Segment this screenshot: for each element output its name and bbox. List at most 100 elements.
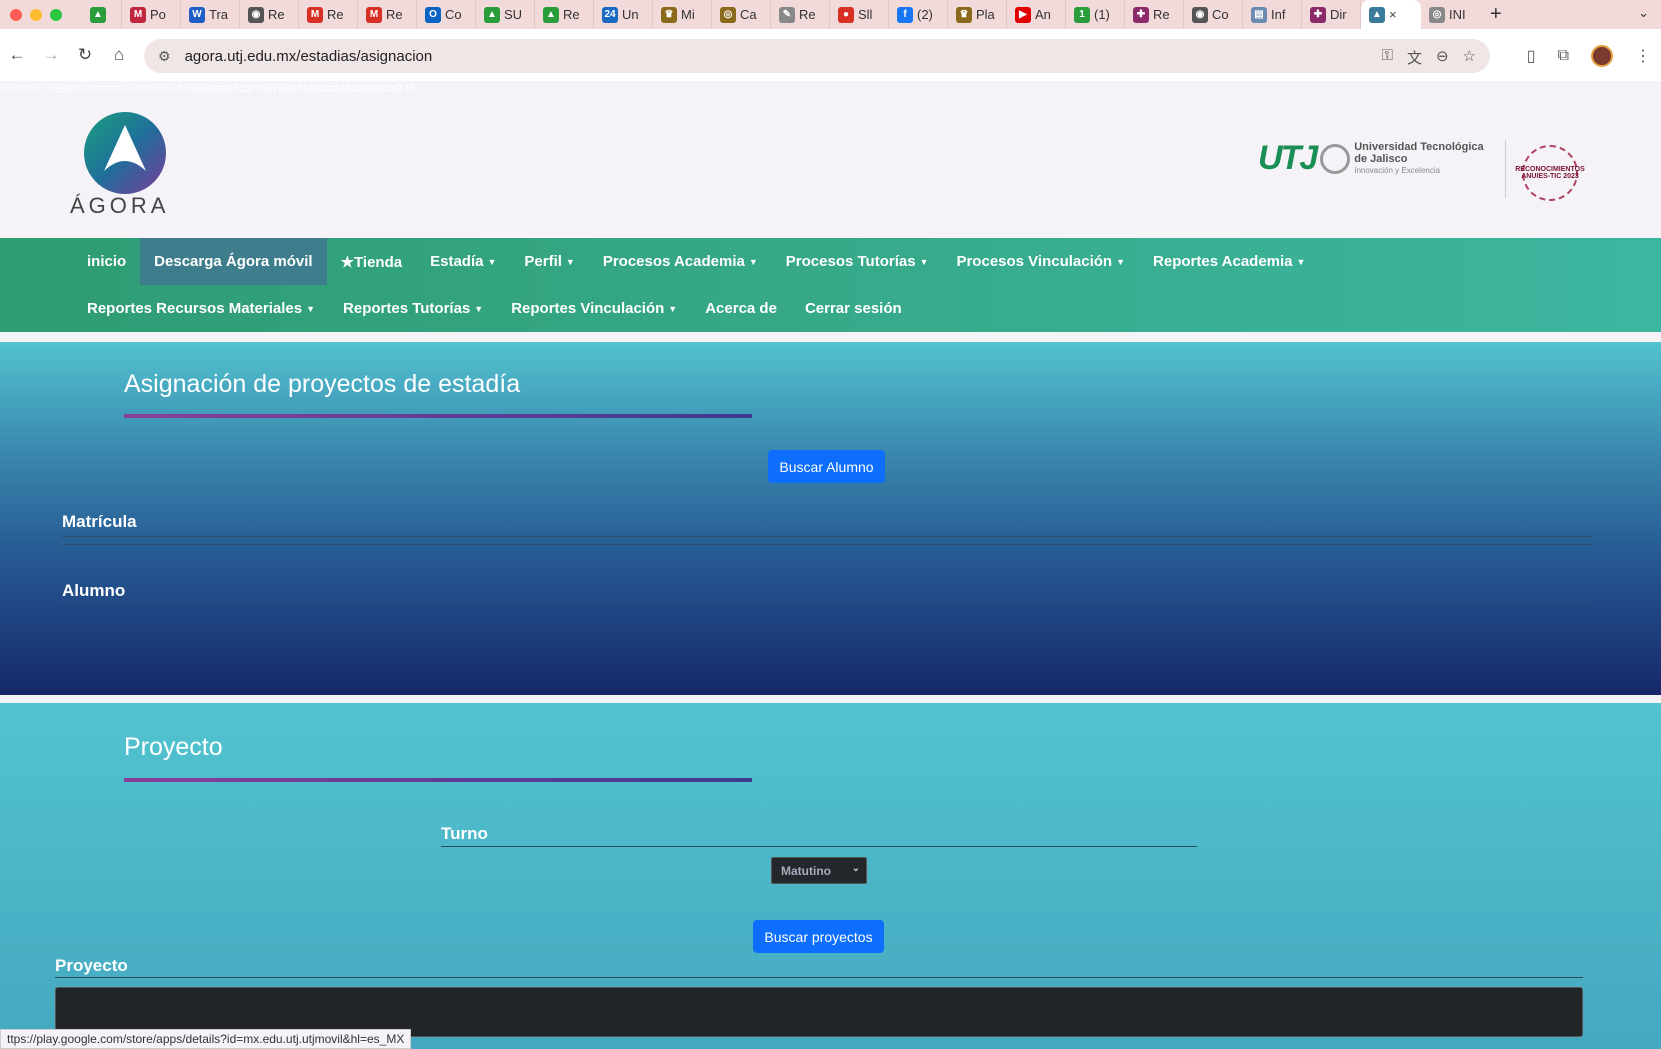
tab-favicon-icon: ✚	[1133, 6, 1149, 23]
back-button[interactable]: ←	[0, 45, 34, 65]
browser-tabs: M Po W Tra ◉ Re M Re M Re O Co ▲ SU ▲ Re 24 Un ♛ Mi ◎ Ca ✎ Re ● S…	[122, 0, 1361, 29]
nav-item[interactable]: Reportes Recursos Materiales ▼	[73, 285, 329, 332]
menu-icon[interactable]: ⋮	[1635, 46, 1651, 66]
browser-tab[interactable]: O Co	[417, 0, 476, 29]
browser-tab[interactable]: W Tra	[181, 0, 240, 29]
tab-label: Co	[445, 7, 462, 22]
reading-list-icon[interactable]: ▯	[1527, 46, 1536, 66]
tab-label: Po	[150, 7, 166, 22]
tab-label: (2)	[917, 7, 933, 22]
turno-select[interactable]: Matutino ⌄	[771, 857, 867, 884]
tab-favicon-icon: ▲	[543, 6, 559, 23]
browser-tab[interactable]: ◉ Co	[1184, 0, 1243, 29]
utj-text: Universidad Tecnológica de Jalisco Innov…	[1354, 141, 1483, 177]
maximize-window-button[interactable]	[50, 8, 62, 21]
forward-button[interactable]: →	[34, 45, 68, 65]
buscar-proyectos-button[interactable]: Buscar proyectos	[753, 920, 884, 953]
browser-tab[interactable]: ♛ Mi	[653, 0, 712, 29]
title-underline	[124, 414, 752, 418]
status-bar-url: ttps://play.google.com/store/apps/detail…	[0, 1029, 412, 1049]
browser-tab[interactable]: ▶ An	[1007, 0, 1066, 29]
nav-item[interactable]: Cerrar sesión	[791, 285, 916, 332]
matricula-divider	[62, 536, 1592, 537]
tab-label: Re	[386, 7, 403, 22]
reload-button[interactable]: ↻	[68, 45, 102, 65]
browser-tab-bar: ▲ M Po W Tra ◉ Re M Re M Re O Co ▲ SU ▲ Re 24 Un ♛ Mi ◎ Ca ✎ Re…	[0, 0, 1661, 29]
url-text[interactable]: agora.utj.edu.mx/estadias/asignacion	[185, 48, 433, 65]
browser-tab[interactable]: ◎ Ca	[712, 0, 771, 29]
nav-item[interactable]: Procesos Tutorías ▼	[772, 238, 943, 285]
browser-tab[interactable]: ✚ Re	[1125, 0, 1184, 29]
tab-label: Re	[268, 7, 285, 22]
browser-tab[interactable]: 24 Un	[594, 0, 653, 29]
browser-tab[interactable]: ● Sll	[830, 0, 889, 29]
browser-tab[interactable]: M Re	[299, 0, 358, 29]
buscar-alumno-button[interactable]: Buscar Alumno	[768, 450, 885, 483]
nav-item[interactable]: inicio	[73, 238, 140, 285]
caret-down-icon: ▼	[487, 256, 497, 267]
browser-tab[interactable]: f (2)	[889, 0, 948, 29]
tab-label: SU	[504, 7, 523, 22]
caret-down-icon: ▼	[919, 256, 929, 267]
password-key-icon[interactable]: ⚿	[1382, 47, 1393, 68]
nav-item[interactable]: Descarga Ágora móvil	[140, 238, 327, 285]
browser-tab-active[interactable]: ▲ ×	[1361, 0, 1421, 29]
nav-item-label: Descarga Ágora móvil	[154, 253, 313, 270]
tab-label: Ca	[740, 7, 757, 22]
nav-row-1: inicio Descarga Ágora móvil ★Tienda Estadía…	[73, 238, 1319, 285]
translate-icon[interactable]: 文	[1407, 47, 1422, 68]
tab-label: Pla	[976, 7, 995, 22]
browser-tab[interactable]: M Re	[358, 0, 417, 29]
logo-divider	[1505, 140, 1506, 198]
nav-item[interactable]: Perfil ▼	[510, 238, 588, 285]
caret-down-icon: ▼	[306, 303, 316, 314]
nav-item[interactable]: Acerca de	[691, 285, 791, 332]
browser-tab[interactable]: ▤ Inf	[1243, 0, 1302, 29]
tab-favicon-icon: ✎	[779, 6, 795, 23]
nav-item[interactable]: Procesos Academia ▼	[589, 238, 772, 285]
browser-tab[interactable]: ♛ Pla	[948, 0, 1007, 29]
proyecto-label: Proyecto	[55, 956, 128, 975]
nav-item[interactable]: Reportes Tutorías ▼	[329, 285, 497, 332]
browser-tab[interactable]: M Po	[122, 0, 181, 29]
utj-logo: UTJ Universidad Tecnológica de Jalisco I…	[1258, 139, 1484, 178]
browser-tab[interactable]: ✎ Re	[771, 0, 830, 29]
profile-avatar[interactable]	[1591, 45, 1613, 67]
tab-favicon-icon: ◉	[248, 6, 264, 23]
browser-tab[interactable]: ✚ Dir	[1302, 0, 1361, 29]
nav-item[interactable]: Procesos Vinculación ▼	[942, 238, 1139, 285]
minimize-window-button[interactable]	[30, 8, 42, 21]
nav-item[interactable]: ★Tienda	[327, 238, 417, 285]
browser-tab[interactable]: ▲ SU	[476, 0, 535, 29]
tab-favicon-icon: f	[897, 6, 913, 23]
browser-tab[interactable]: ▲ Re	[535, 0, 594, 29]
nav-item[interactable]: Reportes Vinculación ▼	[497, 285, 691, 332]
address-bar[interactable]: ⚙ agora.utj.edu.mx/estadias/asignacion ⚿…	[144, 39, 1490, 73]
tab-favicon-icon: ♛	[661, 6, 677, 23]
tab-favicon-icon: ♛	[956, 6, 972, 23]
browser-tab[interactable]: ◉ Re	[240, 0, 299, 29]
tab-favicon-icon: M	[366, 6, 382, 23]
tab-label: Re	[1153, 7, 1170, 22]
chevron-down-icon: ⌄	[851, 863, 860, 874]
zoom-icon[interactable]: ⊖	[1436, 47, 1449, 68]
tab-label: An	[1035, 7, 1051, 22]
tab-favicon-icon: ✚	[1310, 6, 1326, 23]
site-info-icon[interactable]: ⚙	[158, 48, 171, 65]
browser-tab-drive[interactable]: ▲	[82, 0, 122, 29]
new-tab-button[interactable]: +	[1490, 3, 1502, 26]
browser-tab[interactable]: 1 (1)	[1066, 0, 1125, 29]
browser-toolbar: ← → ↻ ⌂ ⚙ agora.utj.edu.mx/estadias/asig…	[0, 29, 1661, 81]
nav-item[interactable]: Estadía ▼	[416, 238, 510, 285]
proyecto-title: Proyecto	[124, 733, 223, 761]
bookmark-star-icon[interactable]: ☆	[1463, 47, 1476, 68]
nav-item-label: Reportes Academia	[1153, 253, 1293, 270]
close-tab-icon[interactable]: ×	[1389, 7, 1397, 22]
extensions-icon[interactable]: ⧉	[1558, 47, 1569, 65]
close-window-button[interactable]	[10, 8, 22, 21]
home-button[interactable]: ⌂	[102, 45, 136, 65]
turno-label: Turno	[441, 824, 488, 843]
nav-item[interactable]: Reportes Academia ▼	[1139, 238, 1319, 285]
tab-search-icon[interactable]: ⌄	[1638, 5, 1649, 21]
browser-tab-last[interactable]: ◎ INI	[1421, 0, 1480, 29]
